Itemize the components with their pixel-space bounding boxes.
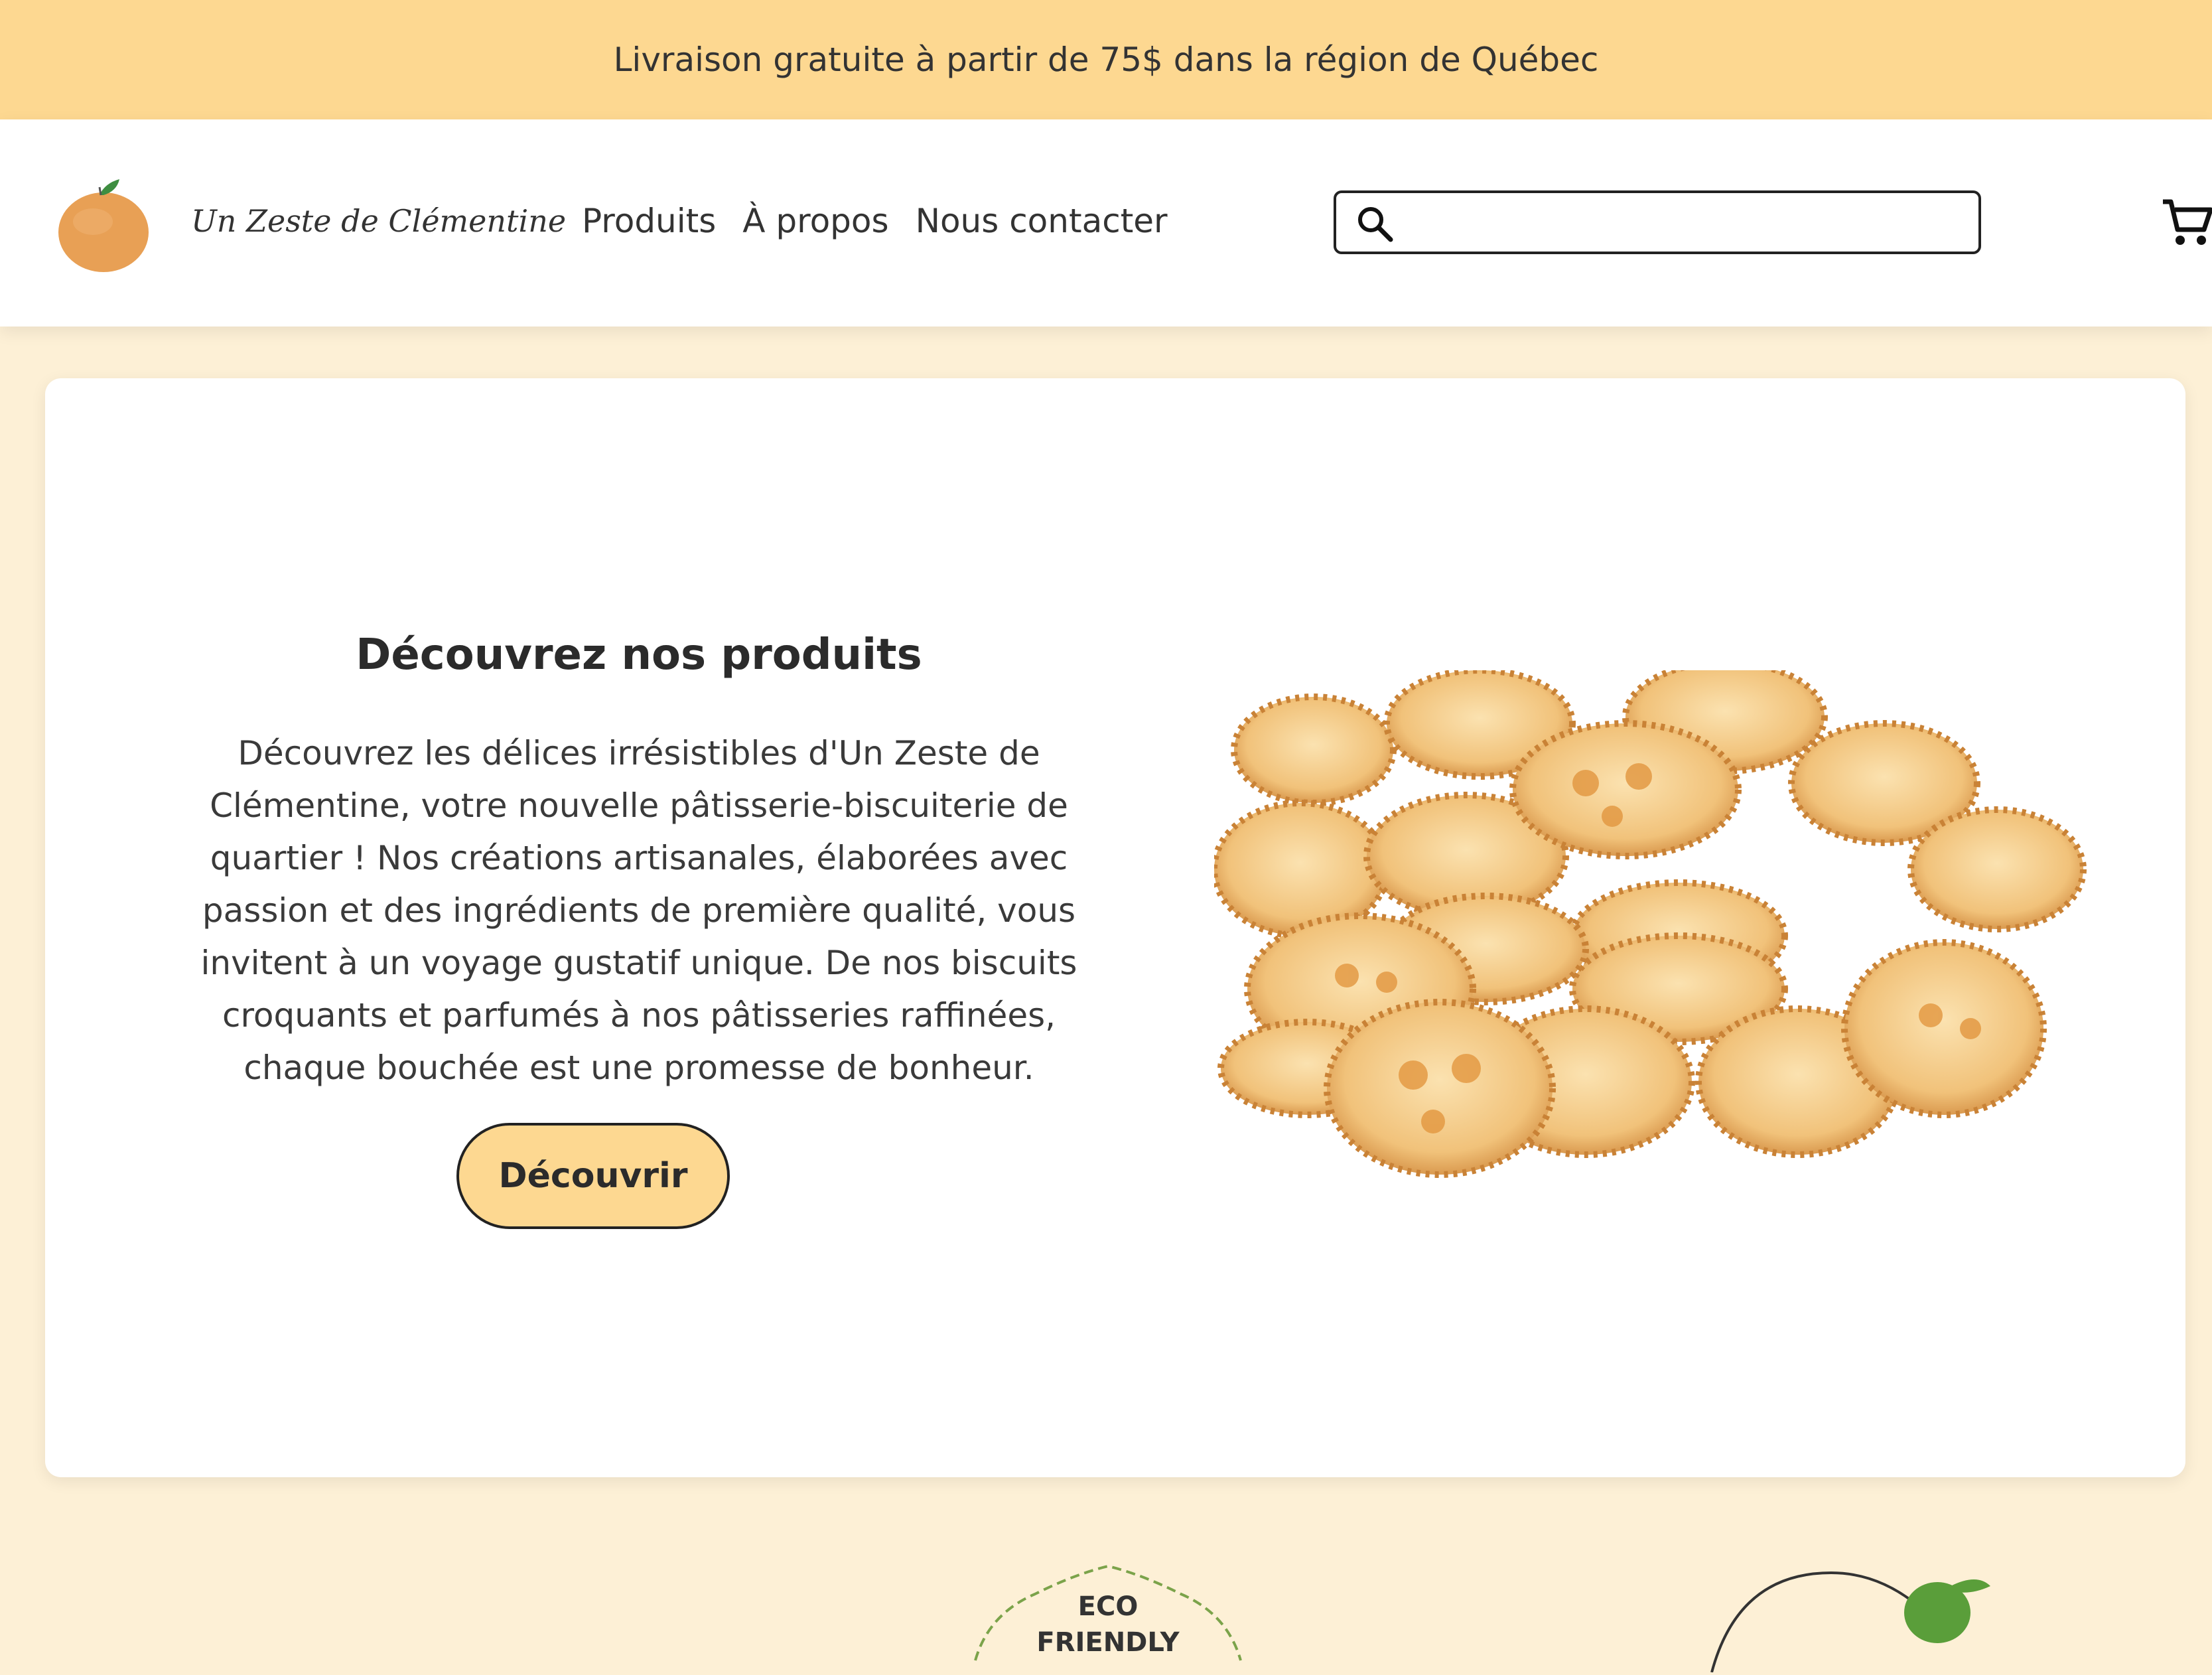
eco-friendly-badge: ECO FRIENDLY xyxy=(962,1561,1254,1667)
organic-badge-icon xyxy=(1710,1571,1990,1673)
hero-card: Découvrez nos produits Découvrez les dél… xyxy=(45,378,2185,1477)
brand-name[interactable]: Un Zeste de Clémentine xyxy=(191,203,566,239)
search-box[interactable] xyxy=(1334,190,1981,254)
eco-badge-line1: ECO xyxy=(1077,1591,1139,1622)
discover-button[interactable]: Découvrir xyxy=(456,1123,730,1229)
eco-badge-line2: FRIENDLY xyxy=(1036,1627,1180,1658)
search-input[interactable] xyxy=(1409,200,1969,248)
search-icon[interactable] xyxy=(1356,205,1393,242)
site-header: Un Zeste de Clémentine Produits À propos… xyxy=(0,119,2212,327)
cart-icon[interactable] xyxy=(2162,195,2212,248)
nav-produits[interactable]: Produits xyxy=(582,202,716,240)
promo-banner: Livraison gratuite à partir de 75$ dans … xyxy=(0,0,2212,119)
main-nav: Produits À propos Nous contacter xyxy=(582,202,1168,240)
clementine-logo-icon[interactable] xyxy=(53,175,157,275)
promo-text: Livraison gratuite à partir de 75$ dans … xyxy=(613,40,1599,79)
cookies-image xyxy=(1214,670,2087,1178)
nav-nous-contacter[interactable]: Nous contacter xyxy=(916,202,1168,240)
organic-badge xyxy=(1698,1566,2004,1673)
nav-a-propos[interactable]: À propos xyxy=(742,202,888,240)
hero-description: Découvrez les délices irrésistibles d'Un… xyxy=(200,734,1077,1087)
hero-title: Découvrez nos produits xyxy=(356,630,922,680)
